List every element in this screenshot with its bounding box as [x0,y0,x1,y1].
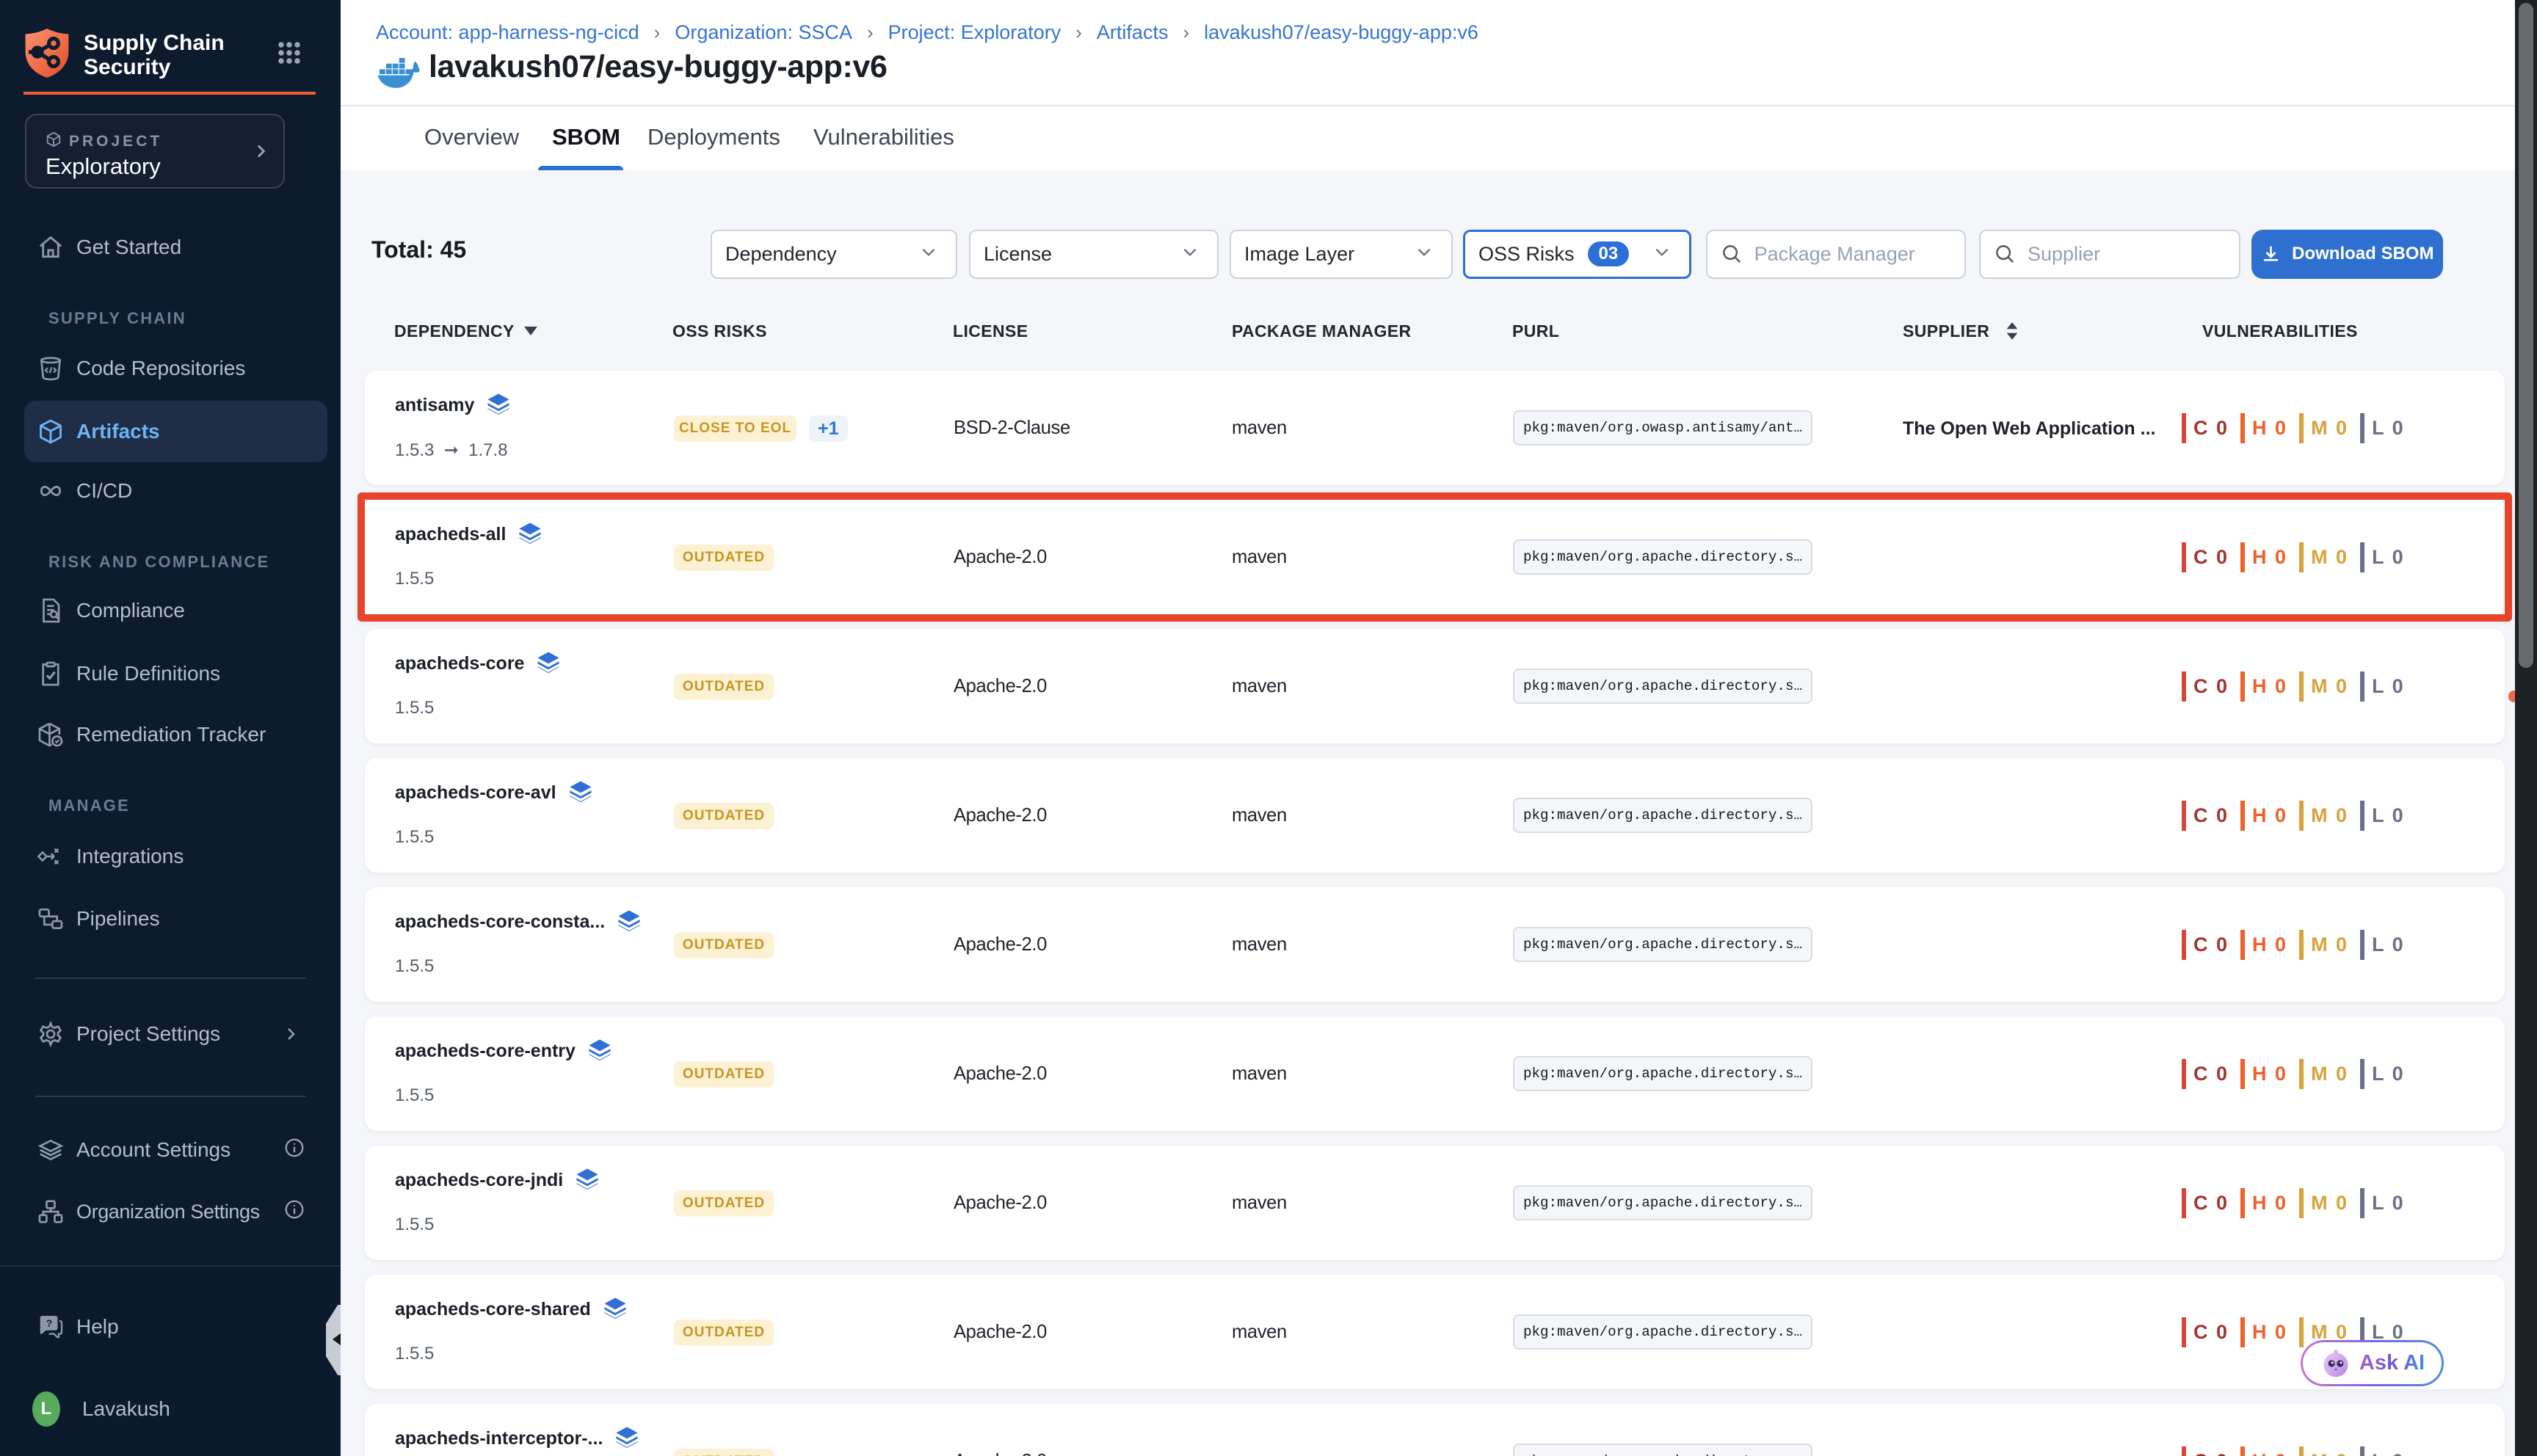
svg-text:?: ? [46,1318,53,1330]
